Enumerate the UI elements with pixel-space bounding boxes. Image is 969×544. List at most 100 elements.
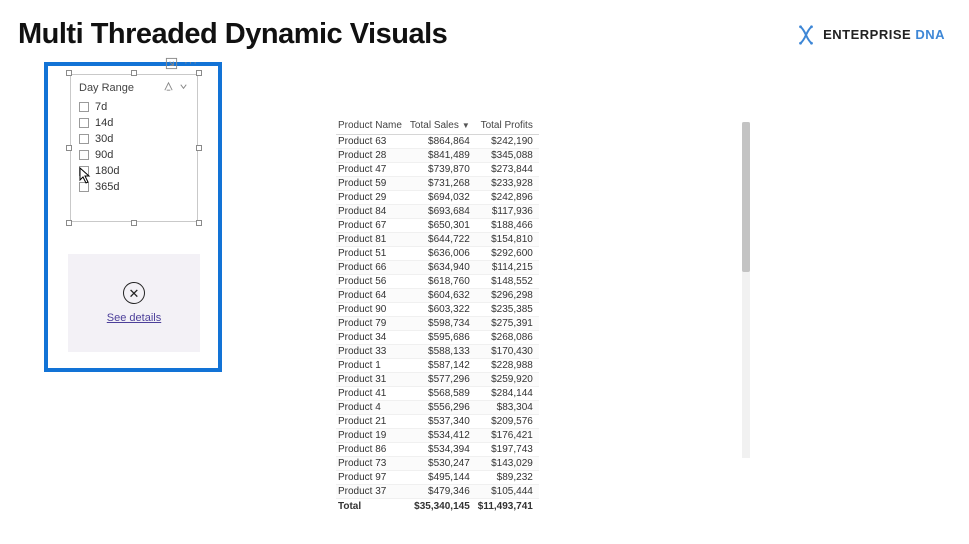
table-row[interactable]: Product 79$598,734$275,391 bbox=[336, 317, 539, 331]
cell-sales: $694,032 bbox=[408, 191, 476, 205]
cell-profits: $284,144 bbox=[476, 387, 539, 401]
cell-sales: $739,870 bbox=[408, 163, 476, 177]
table-row[interactable]: Product 21$537,340$209,576 bbox=[336, 415, 539, 429]
table-row[interactable]: Product 90$603,322$235,385 bbox=[336, 303, 539, 317]
table-row[interactable]: Product 73$530,247$143,029 bbox=[336, 457, 539, 471]
cell-product: Product 97 bbox=[336, 471, 408, 485]
cell-sales: $603,322 bbox=[408, 303, 476, 317]
focus-mode-icon[interactable] bbox=[164, 56, 178, 70]
table-row[interactable]: Product 4$556,296$83,304 bbox=[336, 401, 539, 415]
slicer-item[interactable]: 14d bbox=[79, 115, 189, 131]
resize-handle[interactable] bbox=[66, 145, 72, 151]
cell-product: Product 81 bbox=[336, 233, 408, 247]
checkbox[interactable] bbox=[79, 134, 89, 144]
cell-sales: $618,760 bbox=[408, 275, 476, 289]
cell-sales: $731,268 bbox=[408, 177, 476, 191]
cell-sales: $479,346 bbox=[408, 485, 476, 499]
table-row[interactable]: Product 33$588,133$170,430 bbox=[336, 345, 539, 359]
total-label: Total bbox=[336, 499, 408, 514]
data-table-visual[interactable]: Product Name Total Sales▼ Total Profits … bbox=[336, 118, 756, 470]
table-row[interactable]: Product 1$587,142$228,988 bbox=[336, 359, 539, 373]
table-row[interactable]: Product 51$636,006$292,600 bbox=[336, 247, 539, 261]
cell-profits: $83,304 bbox=[476, 401, 539, 415]
resize-handle[interactable] bbox=[196, 145, 202, 151]
table-row[interactable]: Product 47$739,870$273,844 bbox=[336, 163, 539, 177]
cell-sales: $534,412 bbox=[408, 429, 476, 443]
cell-product: Product 19 bbox=[336, 429, 408, 443]
table-row[interactable]: Product 37$479,346$105,444 bbox=[336, 485, 539, 499]
slicer-title: Day Range bbox=[79, 82, 134, 94]
slicer-item-label: 365d bbox=[95, 181, 119, 193]
table-row[interactable]: Product 86$534,394$197,743 bbox=[336, 443, 539, 457]
table-row[interactable]: Product 19$534,412$176,421 bbox=[336, 429, 539, 443]
table-row[interactable]: Product 59$731,268$233,928 bbox=[336, 177, 539, 191]
logo-text-1: ENTERPRISE bbox=[823, 27, 911, 42]
col-product[interactable]: Product Name bbox=[336, 118, 408, 135]
resize-handle[interactable] bbox=[131, 70, 137, 76]
cell-product: Product 21 bbox=[336, 415, 408, 429]
cell-sales: $693,684 bbox=[408, 205, 476, 219]
table-row[interactable]: Product 64$604,632$296,298 bbox=[336, 289, 539, 303]
cell-profits: $242,896 bbox=[476, 191, 539, 205]
table-row[interactable]: Product 29$694,032$242,896 bbox=[336, 191, 539, 205]
cell-profits: $209,576 bbox=[476, 415, 539, 429]
cell-sales: $577,296 bbox=[408, 373, 476, 387]
cell-sales: $588,133 bbox=[408, 345, 476, 359]
table-row[interactable]: Product 97$495,144$89,232 bbox=[336, 471, 539, 485]
cell-profits: $273,844 bbox=[476, 163, 539, 177]
resize-handle[interactable] bbox=[66, 70, 72, 76]
table-scrollbar[interactable] bbox=[742, 122, 750, 458]
table-row[interactable]: Product 66$634,940$114,215 bbox=[336, 261, 539, 275]
slicer-visual[interactable]: ··· Day Range 7d14d30d90d180d365d bbox=[70, 74, 198, 222]
resize-handle[interactable] bbox=[196, 70, 202, 76]
slicer-item[interactable]: 90d bbox=[79, 147, 189, 163]
cell-profits: $170,430 bbox=[476, 345, 539, 359]
cell-profits: $233,928 bbox=[476, 177, 539, 191]
resize-handle[interactable] bbox=[196, 220, 202, 226]
table-row[interactable]: Product 31$577,296$259,920 bbox=[336, 373, 539, 387]
cell-product: Product 51 bbox=[336, 247, 408, 261]
checkbox[interactable] bbox=[79, 182, 89, 192]
cell-sales: $644,722 bbox=[408, 233, 476, 247]
error-icon: ✕ bbox=[123, 282, 145, 304]
table-row[interactable]: Product 63$864,864$242,190 bbox=[336, 135, 539, 149]
cell-product: Product 1 bbox=[336, 359, 408, 373]
col-profits[interactable]: Total Profits bbox=[476, 118, 539, 135]
resize-handle[interactable] bbox=[66, 220, 72, 226]
cell-sales: $604,632 bbox=[408, 289, 476, 303]
table-row[interactable]: Product 41$568,589$284,144 bbox=[336, 387, 539, 401]
see-details-link[interactable]: See details bbox=[107, 312, 161, 324]
cell-sales: $636,006 bbox=[408, 247, 476, 261]
table-row[interactable]: Product 28$841,489$345,088 bbox=[336, 149, 539, 163]
checkbox[interactable] bbox=[79, 102, 89, 112]
checkbox[interactable] bbox=[79, 118, 89, 128]
chevron-down-icon[interactable] bbox=[178, 81, 189, 95]
cell-profits: $228,988 bbox=[476, 359, 539, 373]
table-row[interactable]: Product 84$693,684$117,936 bbox=[336, 205, 539, 219]
slicer-item[interactable]: 7d bbox=[79, 99, 189, 115]
cell-product: Product 64 bbox=[336, 289, 408, 303]
cell-product: Product 41 bbox=[336, 387, 408, 401]
cell-product: Product 33 bbox=[336, 345, 408, 359]
slicer-item[interactable]: 30d bbox=[79, 131, 189, 147]
resize-handle[interactable] bbox=[131, 220, 137, 226]
cell-product: Product 47 bbox=[336, 163, 408, 177]
slicer-item[interactable]: 180d bbox=[79, 163, 189, 179]
cell-sales: $556,296 bbox=[408, 401, 476, 415]
col-sales[interactable]: Total Sales▼ bbox=[408, 118, 476, 135]
table-row[interactable]: Product 67$650,301$188,466 bbox=[336, 219, 539, 233]
cell-profits: $114,215 bbox=[476, 261, 539, 275]
scroll-thumb[interactable] bbox=[742, 122, 750, 272]
cell-profits: $188,466 bbox=[476, 219, 539, 233]
more-options-icon[interactable]: ··· bbox=[184, 56, 198, 70]
table-row[interactable]: Product 56$618,760$148,552 bbox=[336, 275, 539, 289]
cell-profits: $143,029 bbox=[476, 457, 539, 471]
checkbox[interactable] bbox=[79, 166, 89, 176]
total-sales: $35,340,145 bbox=[408, 499, 476, 514]
checkbox[interactable] bbox=[79, 150, 89, 160]
clear-selection-icon[interactable] bbox=[163, 81, 174, 95]
table-row[interactable]: Product 81$644,722$154,810 bbox=[336, 233, 539, 247]
table-row[interactable]: Product 34$595,686$268,086 bbox=[336, 331, 539, 345]
slicer-item[interactable]: 365d bbox=[79, 179, 189, 195]
cell-product: Product 34 bbox=[336, 331, 408, 345]
